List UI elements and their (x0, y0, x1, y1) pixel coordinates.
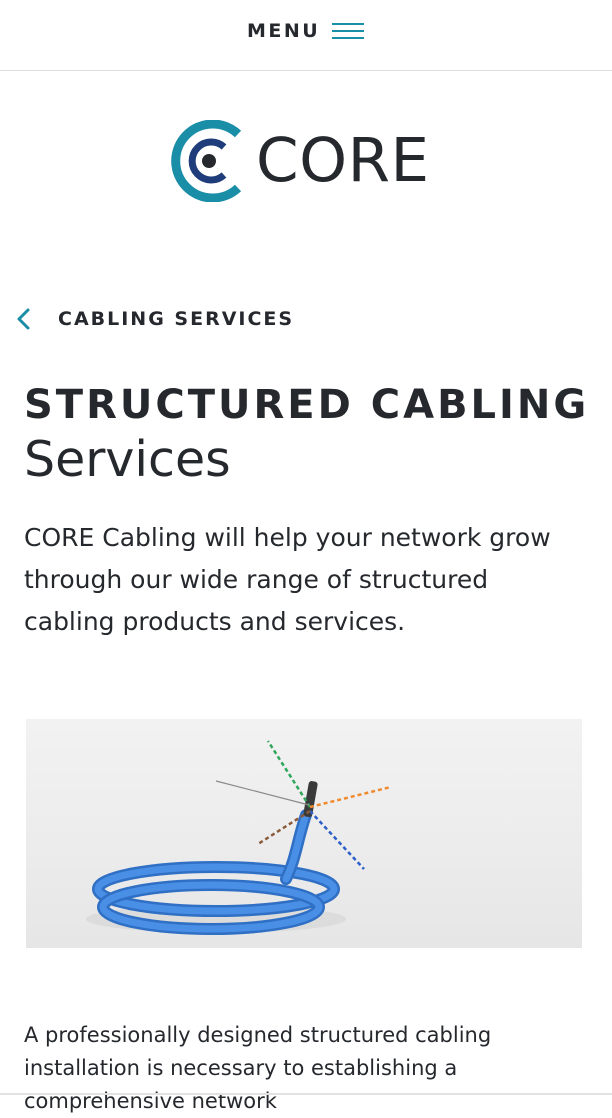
breadcrumb-label[interactable]: CABLING SERVICES (58, 308, 294, 330)
core-logo-icon (171, 120, 242, 202)
top-header: MENU (0, 0, 612, 71)
core-logo[interactable]: CORE (168, 120, 430, 202)
logo-wordmark: CORE (256, 125, 430, 196)
breadcrumb[interactable]: CABLING SERVICES (14, 303, 294, 335)
menu-button[interactable]: MENU (247, 17, 365, 45)
page-title: STRUCTURED CABLING (24, 382, 590, 428)
blue-ethernet-cable-photo (86, 740, 392, 935)
bottom-divider (0, 1093, 612, 1095)
page-subtitle: Services (24, 431, 231, 488)
hamburger-icon[interactable] (332, 21, 365, 41)
hero-image (26, 719, 582, 948)
body-paragraph: A professionally designed structured cab… (24, 1023, 492, 1113)
intro-paragraph: CORE Cabling will help your network grow… (24, 523, 551, 636)
chevron-left-icon[interactable] (14, 305, 34, 333)
menu-label: MENU (247, 20, 321, 42)
